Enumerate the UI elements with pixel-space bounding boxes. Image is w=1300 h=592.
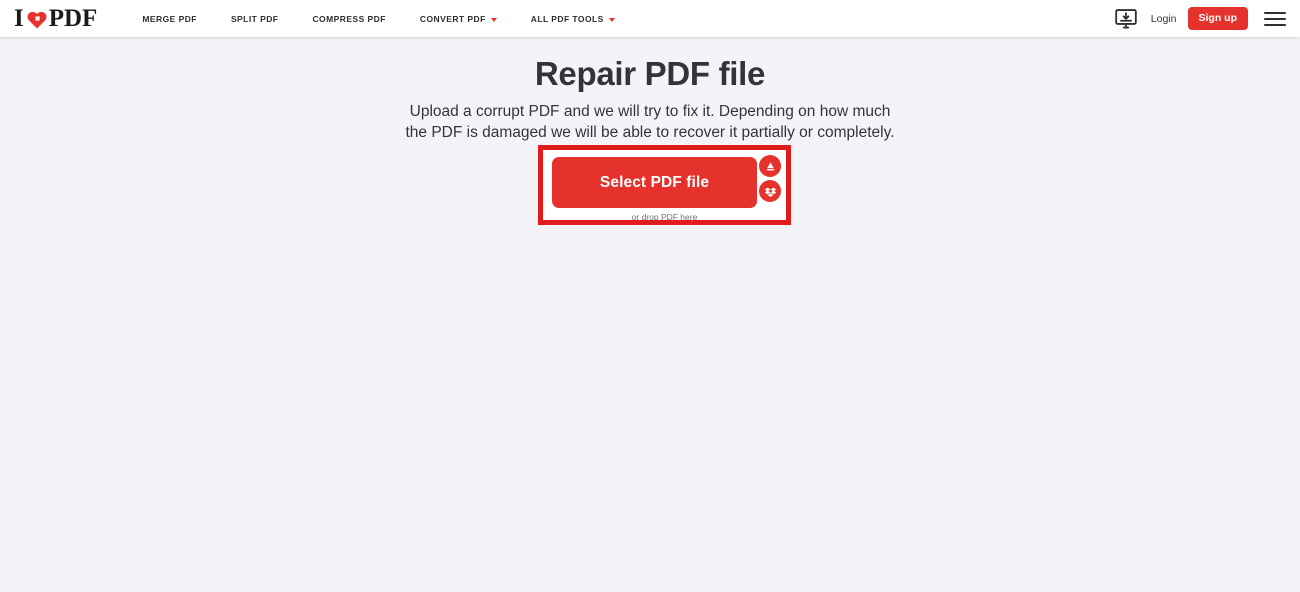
hamburger-menu-icon[interactable]: [1264, 11, 1286, 26]
nav-item-split-pdf[interactable]: SPLIT PDF: [214, 0, 296, 37]
main-content: Repair PDF file Upload a corrupt PDF and…: [0, 37, 1300, 592]
nav-item-all-pdf-tools[interactable]: ALL PDF TOOLS: [514, 0, 632, 37]
select-pdf-file-button[interactable]: Select PDF file: [552, 157, 757, 208]
hamburger-line: [1264, 23, 1286, 26]
signup-button[interactable]: Sign up: [1187, 7, 1248, 30]
google-drive-button[interactable]: [759, 155, 781, 177]
heart-icon: [26, 9, 48, 31]
site-header: I PDF MERGE PDF SPLIT PDF COMPRESS PDF C…: [0, 0, 1300, 37]
header-actions: Login Sign up: [1115, 7, 1288, 30]
chevron-down-icon: [608, 17, 615, 22]
nav-label: ALL PDF TOOLS: [530, 13, 604, 24]
dropbox-button[interactable]: [759, 180, 781, 202]
page-title: Repair PDF file: [534, 55, 766, 92]
nav-item-merge-pdf[interactable]: MERGE PDF: [125, 0, 214, 37]
dropbox-icon: [764, 185, 777, 198]
login-link[interactable]: Login: [1151, 13, 1177, 25]
google-drive-icon: [764, 160, 777, 173]
desktop-download-icon[interactable]: [1115, 8, 1137, 29]
main-navigation: MERGE PDF SPLIT PDF COMPRESS PDF CONVERT…: [125, 0, 631, 37]
upload-area: Select PDF file or drop PDF here: [543, 150, 786, 222]
logo-text-pdf: PDF: [48, 5, 98, 32]
cloud-import-buttons: [759, 155, 781, 202]
nav-item-convert-pdf[interactable]: CONVERT PDF: [403, 0, 514, 37]
nav-label: COMPRESS PDF: [312, 13, 386, 24]
logo-text-i: I: [14, 5, 24, 32]
page-subtitle: Upload a corrupt PDF and we will try to …: [405, 103, 895, 141]
ilovepdf-logo[interactable]: I PDF: [14, 0, 97, 37]
chevron-down-icon: [490, 17, 497, 22]
hamburger-line: [1264, 11, 1286, 14]
nav-label: SPLIT PDF: [230, 13, 279, 24]
upload-area-highlight: Select PDF file or drop PDF here: [538, 145, 791, 225]
nav-item-compress-pdf[interactable]: COMPRESS PDF: [295, 0, 402, 37]
drop-hint-text: or drop PDF here: [631, 212, 698, 222]
nav-label: CONVERT PDF: [419, 13, 486, 24]
hamburger-line: [1264, 17, 1286, 20]
nav-label: MERGE PDF: [142, 13, 197, 24]
